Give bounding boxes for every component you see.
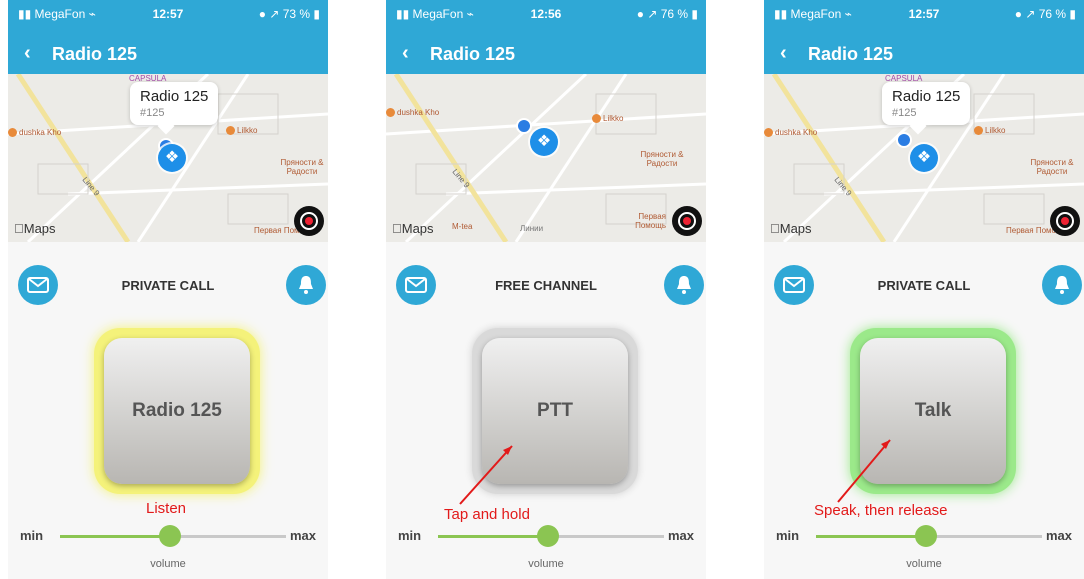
ptt-button[interactable]: Radio 125 [104, 338, 250, 484]
volume-slider[interactable]: min max [386, 522, 706, 550]
slider-track-filled [60, 535, 170, 538]
slider-track [936, 535, 1042, 538]
screen-private-talk: ▮▮ MegaFon ⌁ 12:57 ● ↗ 76 % ▮ ‹ Radio 12… [764, 0, 1084, 579]
status-bar: ▮▮ MegaFon ⌁ 12:57 ● ↗ 73 % ▮ [8, 0, 328, 36]
battery-indicator: ● ↗ 73 % ▮ [258, 7, 320, 21]
annotation-arrow [837, 439, 891, 503]
volume-slider[interactable]: min max [764, 522, 1084, 550]
slider-track-filled [816, 535, 926, 538]
callout-subtitle: #125 [140, 107, 165, 119]
page-title: Radio 125 [52, 44, 138, 64]
poi-pryanosti: Пряности & Радости [280, 158, 324, 176]
annotation-label: Listen [146, 500, 187, 517]
walking-person-icon[interactable]: ❖ [158, 144, 186, 172]
slider-max-label: max [667, 528, 694, 543]
poi-lilkko: Lilkko [226, 126, 258, 136]
screen-free-channel: ▮▮ MegaFon ⌁ 12:56 ● ↗ 76 % ▮ ‹ Radio 12… [386, 0, 706, 579]
ptt-glow: Radio 125 [94, 328, 260, 494]
slider-min-label: min [776, 528, 800, 543]
slider-min-label: min [20, 528, 44, 543]
maps-logo: Maps [14, 221, 56, 236]
map-callout[interactable]: Radio 125 #125 [130, 82, 219, 125]
locate-me-icon[interactable] [294, 206, 324, 236]
slider-track [558, 535, 664, 538]
poi-dushka: dushka Kho [8, 128, 62, 138]
volume-label: volume [150, 558, 186, 570]
volume-slider[interactable]: min max [8, 522, 328, 550]
notifications-button[interactable] [286, 265, 326, 305]
slider-max-label: max [1045, 528, 1072, 543]
back-chevron-icon[interactable]: ‹ [24, 42, 31, 65]
annotation-label: Tap and hold [444, 506, 530, 523]
slider-thumb[interactable] [915, 525, 937, 547]
slider-thumb[interactable] [537, 525, 559, 547]
slider-thumb[interactable] [159, 525, 181, 547]
poi-label: Lilkko [237, 126, 258, 135]
callout-title: Radio 125 [140, 88, 209, 105]
slider-track [180, 535, 286, 538]
bell-icon [299, 276, 313, 294]
slider-track-filled [438, 535, 548, 538]
volume-label: volume [906, 558, 942, 570]
annotation-arrow [459, 445, 513, 505]
call-mode-label: PRIVATE CALL [121, 278, 215, 293]
slider-max-label: max [289, 528, 316, 543]
screen-private-listen: ▮▮ MegaFon ⌁ 12:57 ● ↗ 73 % ▮ ‹ Radio 12… [8, 0, 328, 579]
poi-label: dushka Kho [19, 128, 62, 137]
volume-label: volume [528, 558, 564, 570]
map-view[interactable]: CAPSULA dushka Kho Lilkko Пряности & Рад… [8, 74, 328, 242]
annotation-label: Speak, then release [814, 502, 948, 519]
nav-bar: ‹ Radio 125 [8, 36, 328, 74]
slider-min-label: min [398, 528, 422, 543]
